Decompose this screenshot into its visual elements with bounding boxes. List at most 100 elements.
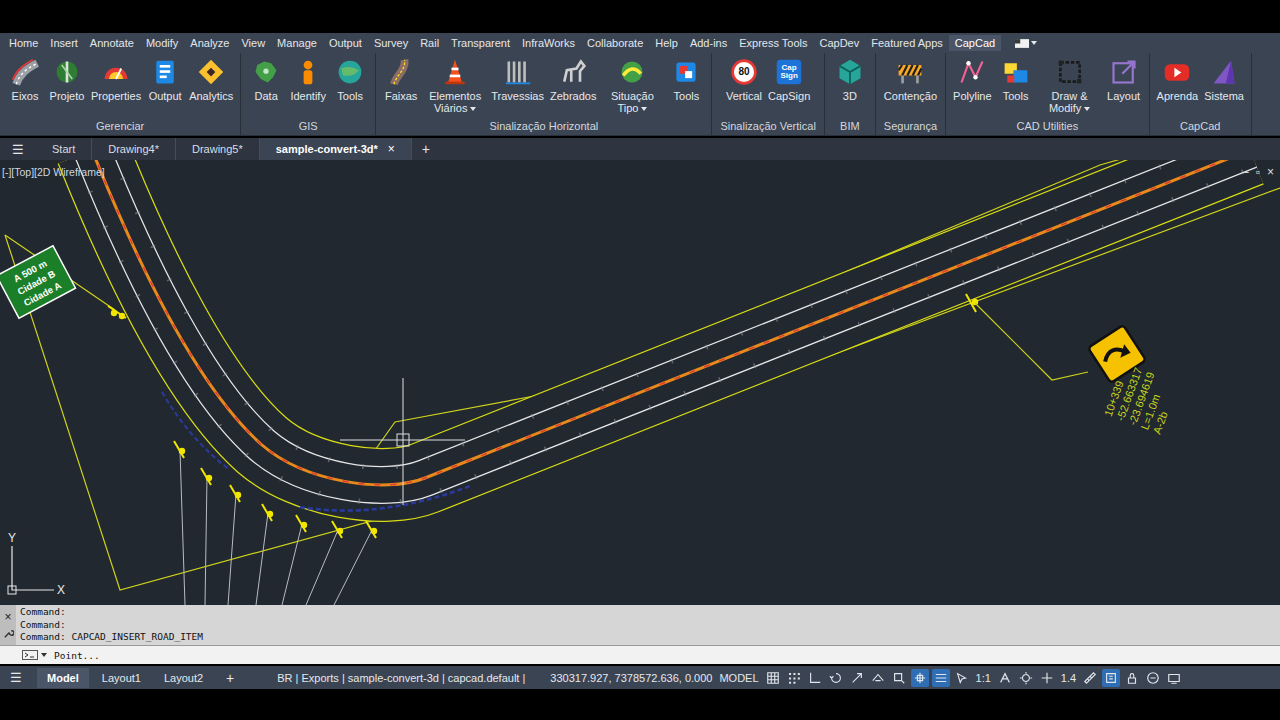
ribbon-tab[interactable]: Output [323,35,368,51]
viewport-control-button[interactable]: × [1267,166,1274,178]
file-tab[interactable]: Drawing5* [176,138,260,160]
tab-close-button[interactable]: × [388,142,395,156]
sign-post[interactable] [108,306,126,319]
sign-post[interactable] [174,441,185,458]
ribbon-button[interactable]: Polyline [950,58,995,102]
sign-post[interactable] [332,521,343,538]
ribbon-tab[interactable]: CapDev [813,35,865,51]
ribbon-button[interactable]: Draw & Modify [1037,58,1103,114]
status-toggle[interactable] [1081,669,1099,687]
status-toggle[interactable] [1144,669,1162,687]
ribbon-tab[interactable]: Manage [271,35,323,51]
file-tab[interactable]: Drawing4* [92,138,176,160]
status-toggle[interactable] [953,669,971,687]
status-toggle[interactable] [932,669,950,687]
ribbon-button[interactable]: Faixas [380,58,422,102]
ribbon-button[interactable]: Aprenda [1154,58,1202,102]
ribbon-tab[interactable]: Add-ins [684,35,733,51]
sign-post[interactable] [366,521,377,538]
ribbon-button[interactable]: Tools [329,58,371,102]
ribbon-button[interactable]: Identify [287,58,329,102]
status-toggle[interactable] [1038,669,1056,687]
viewport-control-button[interactable]: ▫ [1256,166,1260,178]
ribbon-button[interactable]: Tools [995,58,1037,102]
ribbon-button[interactable]: Eixos [4,58,46,102]
ribbon-button[interactable]: Output [144,58,186,102]
command-input[interactable]: Point... [0,645,1280,664]
ribbon-button[interactable]: Elementos Viários [422,58,488,114]
ribbon-button[interactable]: 3D [829,58,871,102]
layout-tab[interactable]: Layout1 [92,668,151,688]
status-toggle[interactable] [1102,669,1120,687]
direction-sign[interactable]: A 500 mCidade BCidade A [0,246,76,318]
ribbon-tab[interactable]: Analyze [184,35,235,51]
ribbon-tab[interactable]: View [235,35,271,51]
file-menu-button[interactable]: ☰ [0,138,36,160]
ribbon-tab[interactable]: InfraWorks [516,35,581,51]
ribbon-tab[interactable]: Annotate [84,35,140,51]
status-toggle[interactable] [911,669,929,687]
new-tab-button[interactable]: + [412,138,440,160]
ribbon-tab[interactable]: Insert [44,35,84,51]
drawing-canvas[interactable]: A 500 mCidade BCidade AA-2bL=1.0m-23.694… [0,160,1280,605]
ribbon-button[interactable]: Situação Tipo [599,58,665,114]
status-toggle[interactable] [890,669,908,687]
status-toggle[interactable] [1165,669,1183,687]
ribbon-button[interactable]: Tools [665,58,707,102]
ribbon-button[interactable]: Projeto [46,58,88,102]
ribbon-tab[interactable]: CapCad [949,35,1001,51]
command-close-button[interactable]: × [4,612,11,622]
workspace-flag[interactable] [1015,39,1037,48]
status-toggle[interactable] [869,669,887,687]
ribbon-tabs: HomeInsertAnnotateModifyAnalyzeViewManag… [0,33,1280,53]
ribbon-button[interactable]: Properties [88,58,144,102]
sign-post[interactable] [201,468,212,485]
file-tab[interactable]: Start [36,138,92,160]
ribbon-button[interactable]: Zebrados [547,58,599,102]
status-toggle[interactable] [1123,669,1141,687]
status-toggle[interactable] [785,669,803,687]
status-toggle[interactable] [764,669,782,687]
ribbon-tab[interactable]: Collaborate [581,35,649,51]
ribbon-button[interactable]: Analytics [186,58,236,102]
ribbon-group-label: CapCad [1154,119,1247,135]
add-layout-button[interactable]: + [216,670,244,686]
ribbon-tab[interactable]: Featured Apps [865,35,949,51]
ribbon-group: Faixas Elementos Viários Travessias Zebr… [376,53,712,135]
ribbon-tab[interactable]: Modify [140,35,184,51]
ribbon-button[interactable]: Data [245,58,287,102]
status-toggle[interactable] [848,669,866,687]
sign-post[interactable] [230,485,241,502]
status-toggle[interactable] [827,669,845,687]
ribbon-button[interactable]: Layout [1103,58,1145,102]
sign-post[interactable] [966,294,978,312]
model-space-button[interactable]: MODEL [719,672,758,684]
ribbon-button[interactable]: Travessias [488,58,547,102]
ribbon-button[interactable]: Sistema [1201,58,1247,102]
ribbon-button[interactable]: Contenção [881,58,940,102]
status-toggle[interactable] [996,669,1014,687]
ribbon-tab[interactable]: Transparent [445,35,516,51]
wrench-icon[interactable] [3,628,14,639]
sign-post[interactable] [262,504,273,521]
file-tab[interactable]: sample-convert-3d* × [260,138,412,160]
ribbon-tab[interactable]: Survey [368,35,414,51]
ribbon-button[interactable]: Cap Sign CapSign [765,58,813,102]
status-toggle[interactable] [1017,669,1035,687]
status-menu-button[interactable]: ☰ [0,670,34,685]
viewport-control-button[interactable]: – [1242,166,1249,178]
layout-tab[interactable]: Model [37,668,89,688]
road-drawing: A 500 mCidade BCidade AA-2bL=1.0m-23.694… [0,160,1280,605]
ribbon-tab[interactable]: Rail [414,35,445,51]
ribbon-tab[interactable]: Help [649,35,684,51]
ribbon-tab[interactable]: Express Tools [733,35,813,51]
draw-frame-icon [1056,58,1084,86]
status-toggle[interactable] [806,669,824,687]
viewport-controls[interactable]: [-][Top][2D Wireframe] [2,166,105,178]
annotation-scale[interactable]: 1:1 [974,672,993,684]
ribbon-tab[interactable]: Home [3,35,44,51]
zoom-factor[interactable]: 1.4 [1059,672,1078,684]
layout-tab[interactable]: Layout2 [154,668,213,688]
ribbon-button[interactable]: 80 Vertical [723,58,765,102]
sign-post[interactable] [296,515,307,532]
